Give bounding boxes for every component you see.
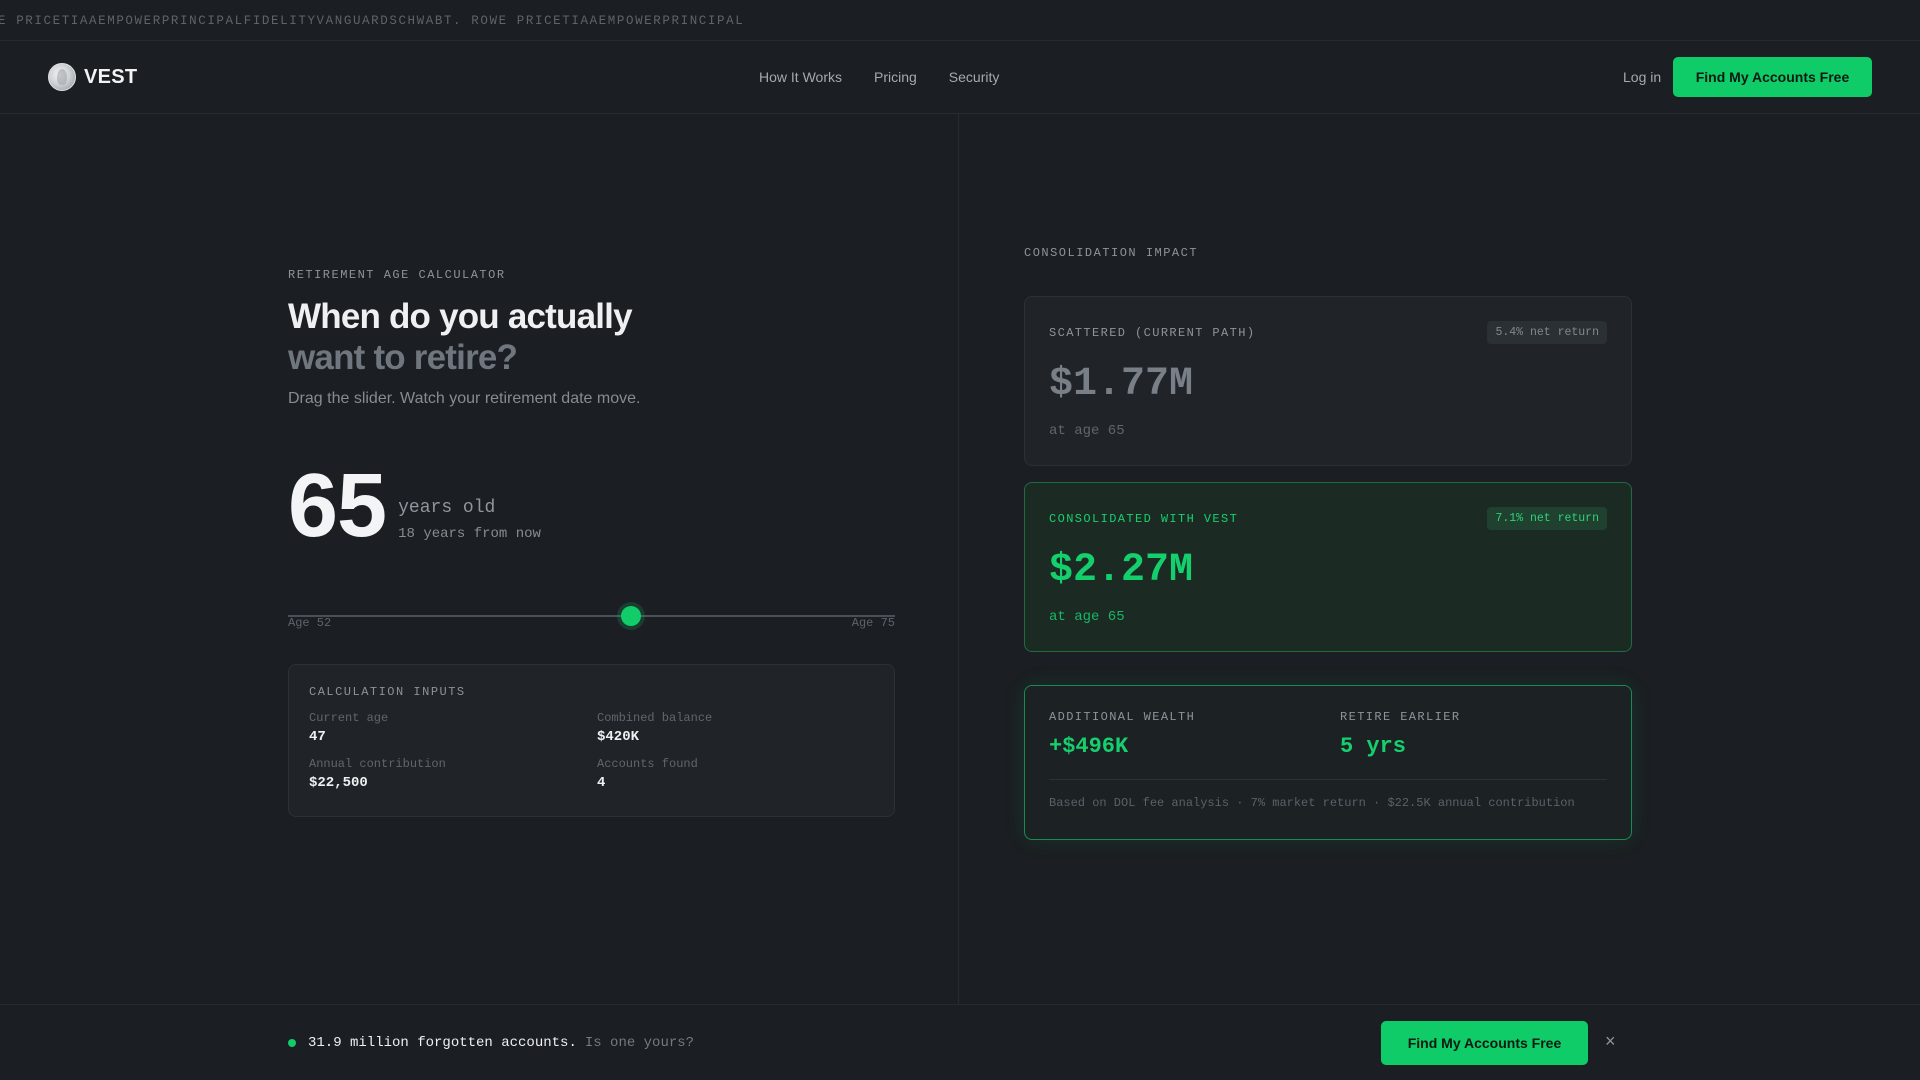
input-combined-balance: Combined balance $420K (597, 711, 713, 745)
is-one-yours-text: Is one yours? (584, 1035, 695, 1051)
retire-earlier: RETIRE EARLIER 5 yrs (1340, 710, 1631, 759)
panel-divider (958, 114, 959, 1004)
impact-eyebrow: CONSOLIDATION IMPACT (1024, 246, 1199, 260)
bottom-find-accounts-button[interactable]: Find My Accounts Free (1381, 1021, 1588, 1065)
consolidated-return-badge: 7.1% net return (1487, 507, 1607, 530)
logo-icon (48, 63, 76, 91)
years-from-now: 18 years from now (398, 526, 541, 542)
nav-security[interactable]: Security (949, 69, 1000, 85)
assumptions-note: Based on DOL fee analysis · 7% market re… (1049, 796, 1575, 810)
calculator-subtitle: Drag the slider. Watch your retirement d… (288, 390, 641, 407)
login-link[interactable]: Log in (1623, 69, 1661, 85)
additional-wealth-value: +$496K (1049, 734, 1129, 759)
scattered-card: SCATTERED (CURRENT PATH) 5.4% net return… (1024, 296, 1632, 466)
site-header: VEST How It Works Pricing Security Log i… (0, 41, 1920, 114)
nav-how-it-works[interactable]: How It Works (759, 69, 842, 85)
consolidation-impact: CONSOLIDATION IMPACT SCATTERED (CURRENT … (1024, 246, 1632, 840)
age-unit: years old (398, 498, 496, 518)
calculation-inputs-card: CALCULATION INPUTS Current age 47 Combin… (288, 664, 895, 817)
slider-max-label: Age 75 (851, 616, 895, 630)
additional-wealth: ADDITIONAL WEALTH +$496K (1049, 710, 1340, 759)
retirement-calculator: RETIREMENT AGE CALCULATOR When do you ac… (288, 268, 895, 817)
logo-text: VEST (84, 65, 138, 88)
forgotten-accounts-text: 31.9 million forgotten accounts. (308, 1035, 577, 1051)
age-display: 65 years old 18 years from now (288, 456, 541, 556)
slider-range-labels: Age 52 Age 75 (288, 616, 895, 630)
scattered-label: SCATTERED (CURRENT PATH) (1049, 325, 1256, 340)
input-annual-contribution: Annual contribution $22,500 (309, 757, 446, 791)
logo[interactable]: VEST (48, 63, 137, 91)
card-divider (1049, 779, 1607, 780)
main-nav: How It Works Pricing Security (759, 69, 999, 85)
retire-earlier-value: 5 yrs (1340, 734, 1407, 759)
scattered-return-badge: 5.4% net return (1487, 321, 1607, 344)
retirement-age-value: 65 (288, 456, 387, 556)
broker-ticker: E PRICETIAAEMPOWERPRINCIPALFIDELITYVANGU… (0, 0, 1920, 41)
consolidated-amount: $2.27M (1049, 548, 1194, 593)
consolidated-card: CONSOLIDATED WITH VEST 7.1% net return $… (1024, 482, 1632, 652)
consolidated-foot: at age 65 (1049, 609, 1125, 625)
page-title-line1: When do you actually (288, 297, 633, 336)
sticky-cta-bar: 31.9 million forgotten accounts. Is one … (0, 1004, 1920, 1080)
ticker-text: E PRICETIAAEMPOWERPRINCIPALFIDELITYVANGU… (0, 14, 745, 28)
close-icon[interactable]: × (1605, 1031, 1616, 1052)
status-dot-icon (288, 1039, 296, 1047)
additional-wealth-card: ADDITIONAL WEALTH +$496K RETIRE EARLIER … (1024, 685, 1632, 840)
nav-pricing[interactable]: Pricing (874, 69, 917, 85)
slider-min-label: Age 52 (288, 616, 332, 630)
input-current-age: Current age 47 (309, 711, 389, 745)
calculator-eyebrow: RETIREMENT AGE CALCULATOR (288, 268, 506, 282)
consolidated-label: CONSOLIDATED WITH VEST (1049, 511, 1239, 526)
find-accounts-button[interactable]: Find My Accounts Free (1673, 57, 1872, 97)
page-title-line2: want to retire? (288, 338, 518, 377)
inputs-title: CALCULATION INPUTS (309, 685, 466, 699)
scattered-foot: at age 65 (1049, 423, 1125, 439)
input-accounts-found: Accounts found 4 (597, 757, 698, 791)
scattered-amount: $1.77M (1049, 362, 1194, 407)
